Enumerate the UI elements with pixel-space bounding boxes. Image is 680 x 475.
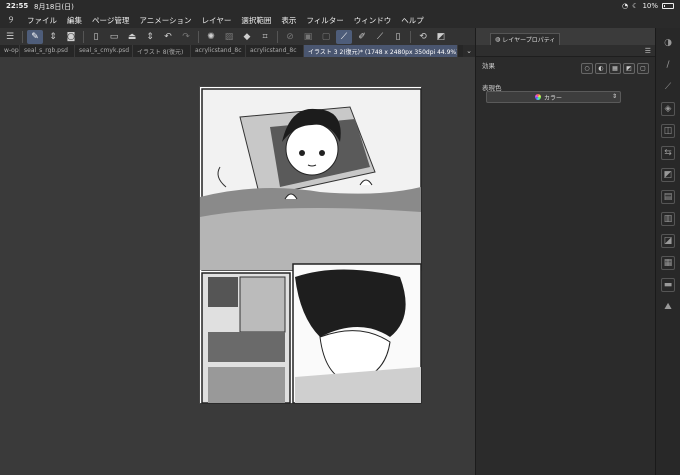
landscape-icon[interactable]: ⛰ — [661, 300, 675, 314]
redo-icon[interactable]: ↷ — [178, 30, 194, 44]
updown-icon[interactable]: ⇕ — [45, 30, 61, 44]
app-logo-icon[interactable]: ୨ — [0, 15, 22, 26]
divider — [277, 30, 278, 43]
edit-mode-icon[interactable]: ✎ — [27, 29, 43, 44]
effect-label: 効果 — [482, 62, 495, 70]
undo-icon[interactable]: ↶ — [160, 30, 176, 44]
menu-page[interactable]: ページ管理 — [87, 15, 134, 26]
divider — [198, 30, 199, 43]
intermediate-color-icon[interactable]: ◪ — [661, 234, 675, 248]
save-icon[interactable]: ⏏ — [124, 30, 140, 44]
more-effects-icon[interactable]: ▢ — [637, 63, 649, 74]
panel-tab-bar: ◍ レイヤープロパティ — [476, 28, 655, 45]
sub-tool-icon[interactable]: ◩ — [661, 168, 675, 182]
preview-icon[interactable]: ◙ — [63, 30, 79, 44]
new-file-icon[interactable]: ▯ — [88, 30, 104, 44]
save-menu-icon[interactable]: ⇕ — [142, 30, 158, 44]
invert-selection-icon[interactable]: ▣ — [300, 30, 316, 44]
menu-filter[interactable]: フィルター — [301, 15, 348, 26]
tab-layer-property[interactable]: ◍ レイヤープロパティ — [490, 33, 561, 45]
clock: 22:55 — [6, 2, 29, 10]
date: 8月18日(日) — [34, 3, 74, 11]
manga-page[interactable] — [199, 86, 422, 404]
open-folder-icon[interactable]: ▭ — [106, 30, 122, 44]
approximate-color-icon[interactable]: ▦ — [661, 256, 675, 270]
menu-view[interactable]: 表示 — [276, 15, 301, 26]
material-icon[interactable]: ◫ — [661, 124, 675, 138]
device-icon[interactable]: ▯ — [390, 30, 406, 44]
divider — [22, 30, 23, 43]
border-effect-icon[interactable]: ○ — [581, 63, 593, 74]
menu-layer[interactable]: レイヤー — [197, 15, 237, 26]
crop-icon[interactable]: ⌗ — [257, 30, 273, 44]
line-snap-icon[interactable]: ⟋ — [372, 30, 388, 44]
doc-tab[interactable]: acrylicstand_8c — [191, 45, 246, 57]
tone-icon[interactable]: ▦ — [609, 63, 621, 74]
panel-menu-icon[interactable]: ☰ — [645, 47, 651, 55]
clear-icon[interactable]: ▨ — [221, 30, 237, 44]
panel-subheader: ☰ — [476, 45, 655, 57]
color-wheel-icon — [535, 94, 541, 100]
layer-color-icon[interactable]: ◩ — [623, 63, 635, 74]
expression-color-row: 表現色 カラー ⇕ — [476, 79, 655, 109]
layer-property-panel: ◍ レイヤープロパティ ☰ 効果 ○ ◐ ▦ ◩ ▢ 表現色 カラー ⇕ — [475, 28, 655, 475]
doc-tab[interactable]: seal_s_cmyk.psd — [75, 45, 133, 57]
effect-row: 効果 ○ ◐ ▦ ◩ ▢ — [476, 57, 655, 79]
doc-tab[interactable]: イラスト 8(復元) — [133, 45, 191, 57]
menu-animation[interactable]: アニメーション — [134, 15, 196, 26]
hamburger-icon[interactable]: ☰ — [2, 30, 18, 44]
fill-icon[interactable]: ◆ — [239, 30, 255, 44]
selection-border-icon[interactable]: ▢ — [318, 30, 334, 44]
panel-icon-strip: ◑ / ⟋ ◈ ◫ ⇆ ◩ ▤ ▥ ◪ ▦ ▬ ⛰ — [655, 28, 680, 475]
menu-selection[interactable]: 選択範囲 — [236, 15, 276, 26]
document-tabs: w-open seal_s_rgb.psd seal_s_cmyk.psd イラ… — [0, 45, 475, 57]
effect-buttons: ○ ◐ ▦ ◩ ▢ — [581, 63, 649, 74]
ruler-icon[interactable]: ⟋ — [336, 29, 352, 44]
menu-help[interactable]: ヘルプ — [396, 15, 429, 26]
navigator-icon[interactable]: ◑ — [661, 36, 675, 50]
rotate-icon[interactable]: ⟲ — [415, 30, 431, 44]
canvas-area[interactable] — [0, 57, 475, 475]
brush-size-icon[interactable]: / — [661, 58, 675, 72]
tab-layer-property-label: レイヤープロパティ — [502, 37, 556, 44]
expression-color-value: カラー — [544, 94, 563, 102]
doc-tab[interactable]: seal_s_rgb.psd — [20, 45, 75, 57]
flip-icon[interactable]: ◩ — [433, 30, 449, 44]
command-bar: ☰ ✎ ⇕ ◙ ▯ ▭ ⏏ ⇕ ↶ ↷ ✺ ▨ ◆ ⌗ ⊘ ▣ ▢ ⟋ ✐ ⟋ … — [0, 28, 475, 45]
doc-tab[interactable]: acrylicstand_8c — [246, 45, 304, 57]
status-right: ◔ ☾ 10% — [622, 2, 674, 10]
doc-tab[interactable]: w-open — [0, 45, 20, 57]
tool-property-icon[interactable]: ⇆ — [661, 146, 675, 160]
color-history-icon[interactable]: ▤ — [661, 190, 675, 204]
menu-edit[interactable]: 編集 — [62, 15, 87, 26]
layer-icon[interactable]: ◈ — [661, 102, 675, 116]
ruler-tool-icon[interactable]: ⟋ — [661, 80, 675, 94]
battery-percent: 10% — [642, 2, 658, 10]
battery-icon — [662, 3, 674, 9]
moon-icon: ☾ — [632, 2, 639, 10]
divider — [83, 30, 84, 43]
menu-window[interactable]: ウィンドウ — [349, 15, 397, 26]
expression-color-select[interactable]: カラー ⇕ — [486, 91, 621, 103]
gradient-icon[interactable]: ▬ — [661, 278, 675, 292]
menu-bar: ୨ ファイル 編集 ページ管理 アニメーション レイヤー 選択範囲 表示 フィル… — [0, 12, 680, 28]
divider — [410, 30, 411, 43]
layer-property-icon: ◍ — [495, 36, 501, 43]
wifi-icon: ◔ — [622, 2, 629, 10]
loading-icon[interactable]: ✺ — [203, 30, 219, 44]
chevron-updown-icon: ⇕ — [611, 93, 617, 100]
doc-tab-active[interactable]: イラスト 3 2(復元)* (1748 x 2480px 350dpi 44.9… — [304, 45, 458, 57]
color-set-icon[interactable]: ▥ — [661, 212, 675, 226]
manga-illustration — [200, 88, 422, 404]
extract-line-icon[interactable]: ◐ — [595, 63, 607, 74]
pen-snap-icon[interactable]: ✐ — [354, 30, 370, 44]
menu-file[interactable]: ファイル — [22, 15, 62, 26]
ios-status-bar: 22:55 8月18日(日) ◔ ☾ 10% — [0, 0, 680, 12]
deselect-icon[interactable]: ⊘ — [282, 30, 298, 44]
chevron-down-icon[interactable]: ⌄ — [463, 45, 475, 57]
